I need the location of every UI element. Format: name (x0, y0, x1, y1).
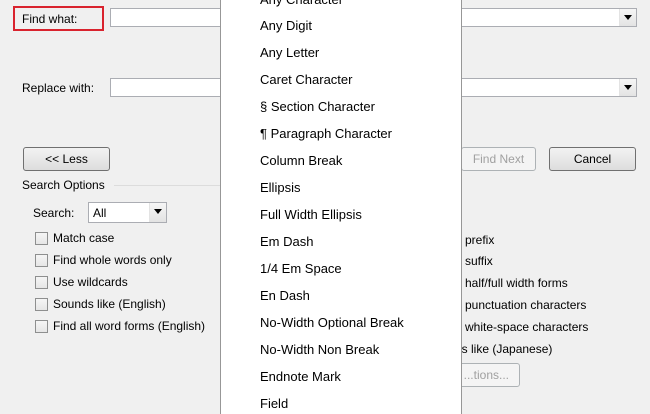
menu-item-section-character[interactable]: § Section Character (221, 94, 461, 120)
menu-item-ellipsis[interactable]: Ellipsis (221, 175, 461, 201)
menu-item-en-dash[interactable]: En Dash (221, 283, 461, 309)
sounds-like-japanese-label: ds like (Japanese) (455, 342, 553, 356)
sounds-like-checkbox[interactable] (35, 298, 48, 311)
menu-item-column-break[interactable]: Column Break (221, 148, 461, 174)
ignore-whitespace-label: e white-space characters (455, 320, 589, 334)
search-direction-label: Search: (33, 206, 75, 220)
ignore-punctuation-label: e punctuation characters (455, 298, 587, 312)
menu-item-em-dash[interactable]: Em Dash (221, 229, 461, 255)
match-case-label: Match case (53, 231, 115, 245)
menu-item-any-letter[interactable]: Any Letter (221, 40, 461, 66)
menu-item-quarter-em-space[interactable]: 1/4 Em Space (221, 256, 461, 282)
find-next-button[interactable]: Find Next (461, 147, 536, 171)
search-direction-value: All (93, 206, 107, 220)
replace-dropdown-arrow-icon[interactable] (619, 79, 636, 96)
menu-item-no-width-non-break[interactable]: No-Width Non Break (221, 337, 461, 363)
sounds-like-label: Sounds like (English) (53, 297, 166, 311)
menu-item-field[interactable]: Field (221, 391, 461, 414)
menu-item-caret-character[interactable]: Caret Character (221, 67, 461, 93)
find-dropdown-arrow-icon[interactable] (619, 9, 636, 26)
search-direction-arrow-icon[interactable] (149, 203, 166, 222)
wildcards-label: Use wildcards (53, 275, 128, 289)
menu-item-no-width-optional-break[interactable]: No-Width Optional Break (221, 310, 461, 336)
search-direction-select[interactable]: All (88, 202, 167, 223)
replace-with-label: Replace with: (22, 81, 95, 95)
whole-words-checkbox[interactable] (35, 254, 48, 267)
find-what-label: Find what: (22, 12, 78, 26)
word-forms-label: Find all word forms (English) (53, 319, 206, 333)
menu-item-endnote-mark[interactable]: Endnote Mark (221, 364, 461, 390)
match-case-checkbox[interactable] (35, 232, 48, 245)
whole-words-label: Find whole words only (53, 253, 172, 267)
menu-item-paragraph-character[interactable]: ¶ Paragraph Character (221, 121, 461, 147)
word-forms-checkbox[interactable] (35, 320, 48, 333)
wildcards-checkbox[interactable] (35, 276, 48, 289)
menu-item-any-digit[interactable]: Any Digit (221, 13, 461, 39)
less-button[interactable]: << Less (23, 147, 110, 171)
search-options-title: Search Options (22, 178, 105, 192)
menu-item-full-width-ellipsis[interactable]: Full Width Ellipsis (221, 202, 461, 228)
menu-item-any-character[interactable]: Any Character (221, 0, 461, 13)
half-full-width-label: h half/full width forms (455, 276, 568, 290)
search-options-divider (114, 185, 220, 186)
cancel-button[interactable]: Cancel (549, 147, 636, 171)
special-characters-menu: Any Character Any Digit Any Letter Caret… (220, 0, 462, 414)
